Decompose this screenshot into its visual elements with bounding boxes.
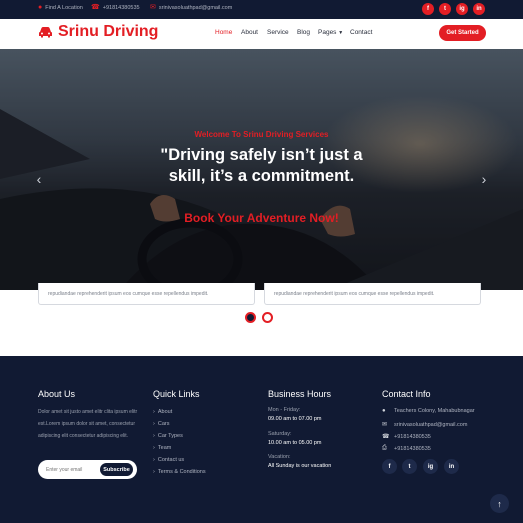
phone-icon: ☎ bbox=[91, 4, 100, 11]
nav-blog[interactable]: Blog bbox=[297, 29, 310, 36]
footer-link-car-types[interactable]: › Car Types bbox=[153, 433, 183, 439]
email-link[interactable]: ✉ srinivasoluathpad@gmail.com bbox=[150, 4, 232, 11]
brand-logo[interactable]: Srinu Driving bbox=[38, 23, 158, 41]
carousel-next-icon[interactable]: › bbox=[478, 171, 490, 187]
contact-fax: ⎙ +91814380535 bbox=[382, 445, 431, 452]
facebook-icon[interactable]: f bbox=[382, 459, 397, 474]
newsletter-form: Subscribe bbox=[38, 460, 137, 479]
footer-contact-title: Contact Info bbox=[382, 389, 431, 399]
footer-link-contact[interactable]: › Contact us bbox=[153, 457, 184, 463]
twitter-icon[interactable]: t bbox=[439, 3, 451, 15]
hours-value: 10.00 am to 05.00 pm bbox=[268, 440, 322, 446]
hours-label: Vacation: bbox=[268, 454, 291, 460]
phone-link[interactable]: ☎ +91814380535 bbox=[91, 4, 140, 11]
location-pin-icon: ● bbox=[38, 4, 43, 11]
footer-link-about[interactable]: › About bbox=[153, 409, 172, 415]
hours-label: Saturday: bbox=[268, 431, 292, 437]
footer-link-cars[interactable]: › Cars bbox=[153, 421, 170, 427]
envelope-icon: ✉ bbox=[382, 422, 388, 428]
feature-card: repudiandae reprehenderit ipsum eos cumq… bbox=[38, 283, 255, 305]
nav-contact[interactable]: Contact bbox=[350, 29, 372, 36]
footer-link-team[interactable]: › Team bbox=[153, 445, 171, 451]
footer-link-terms[interactable]: › Terms & Conditions bbox=[153, 469, 206, 475]
linkedin-icon[interactable]: in bbox=[473, 3, 485, 15]
subscribe-button[interactable]: Subscribe bbox=[100, 463, 133, 476]
instagram-icon[interactable]: ig bbox=[456, 3, 468, 15]
chevron-down-icon: ▼ bbox=[338, 30, 344, 36]
back-to-top-icon[interactable]: ↑ bbox=[490, 494, 509, 513]
footer-hours-title: Business Hours bbox=[268, 389, 332, 399]
facebook-icon[interactable]: f bbox=[422, 3, 434, 15]
nav-home[interactable]: Home bbox=[215, 29, 232, 36]
navbar: Srinu Driving Home About Service Blog Pa… bbox=[0, 19, 523, 49]
location-link[interactable]: ● Find A Location bbox=[38, 4, 83, 11]
carousel-prev-icon[interactable]: ‹ bbox=[33, 171, 45, 187]
carousel-dot-2[interactable] bbox=[262, 312, 273, 323]
footer-about-title: About Us bbox=[38, 389, 76, 399]
hero-subtitle: Welcome To Srinu Driving Services bbox=[194, 130, 329, 139]
footer: About Us Dolor amet sit justo amet elitr… bbox=[0, 356, 523, 523]
nav-service[interactable]: Service bbox=[267, 29, 289, 36]
twitter-icon[interactable]: t bbox=[402, 459, 417, 474]
footer-about-text: Dolor amet sit justo amet elitr clita ip… bbox=[38, 409, 138, 439]
newsletter-email-input[interactable] bbox=[46, 464, 96, 475]
instagram-icon[interactable]: ig bbox=[423, 459, 438, 474]
hero-title: "Driving safely isn’t just a skill, it’s… bbox=[160, 146, 363, 185]
feature-card: repudiandae reprehenderit ipsum eos cumq… bbox=[264, 283, 481, 305]
get-started-button[interactable]: Get Started bbox=[439, 25, 486, 41]
contact-email[interactable]: ✉ srinivasoluathpad@gmail.com bbox=[382, 421, 467, 429]
hours-value: All Sunday is our vacation bbox=[268, 463, 332, 469]
nav-pages[interactable]: Pages ▼ bbox=[318, 29, 343, 36]
phone-icon: ☎ bbox=[382, 434, 390, 440]
nav-about[interactable]: About bbox=[241, 29, 258, 36]
top-bar: ● Find A Location ☎ +91814380535 ✉ srini… bbox=[0, 0, 523, 19]
footer-links-title: Quick Links bbox=[153, 389, 200, 399]
hero-carousel: Welcome To Srinu Driving Services "Drivi… bbox=[0, 49, 523, 290]
car-icon bbox=[39, 27, 52, 38]
hero-cta-text: Book Your Adventure Now! bbox=[184, 211, 339, 225]
hours-label: Mon - Friday: bbox=[268, 407, 301, 413]
hours-value: 09.00 am to 07.00 pm bbox=[268, 416, 322, 422]
contact-phone[interactable]: ☎ +91814380535 bbox=[382, 433, 431, 441]
contact-address: ● Teachers Colony, Mahabubnagar bbox=[382, 408, 475, 414]
printer-icon: ⎙ bbox=[382, 445, 387, 451]
carousel-dot-1[interactable] bbox=[245, 312, 256, 323]
linkedin-icon[interactable]: in bbox=[444, 459, 459, 474]
location-pin-icon: ● bbox=[382, 408, 386, 414]
envelope-icon: ✉ bbox=[150, 4, 156, 11]
